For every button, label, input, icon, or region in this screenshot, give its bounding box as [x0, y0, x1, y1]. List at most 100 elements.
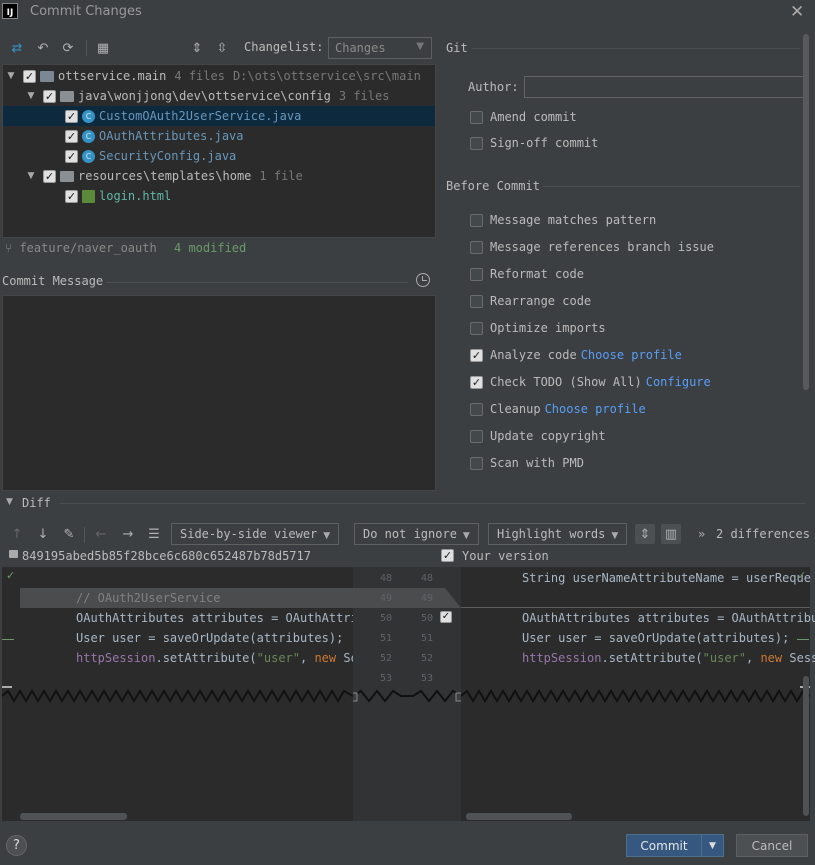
ignore-select[interactable]: Do not ignore ▼ — [354, 523, 479, 545]
left-horizontal-scrollbar[interactable] — [20, 813, 127, 820]
checkbox-option[interactable] — [470, 213, 483, 227]
checkbox-file[interactable]: ✓ — [65, 109, 78, 123]
tree-templates-row[interactable]: ▼ ✓ resources\templates\home 1 file — [3, 166, 435, 186]
checkbox-your-version[interactable]: ✓ — [441, 549, 454, 562]
amend-label: Amend commit — [490, 110, 577, 124]
commit-button[interactable]: Commit — [626, 834, 702, 857]
viewer-select[interactable]: Side-by-side viewer ▼ — [171, 523, 340, 545]
folder-icon — [60, 90, 74, 102]
modified-count[interactable]: 4 modified — [174, 241, 246, 255]
refresh-icon[interactable]: ⟳ — [59, 39, 77, 57]
edit-source-icon[interactable]: ✎ — [60, 525, 78, 543]
checkbox-option[interactable] — [470, 267, 483, 281]
checkbox-amend[interactable] — [470, 110, 483, 124]
file-list-icon[interactable]: ☰ — [145, 525, 163, 543]
cancel-button[interactable]: Cancel — [736, 834, 808, 857]
right-horizontal-scrollbar[interactable] — [466, 813, 572, 820]
collapsed-fold[interactable] — [2, 689, 353, 703]
left-editor[interactable]: ✓ // OAuth2UserService OAuthAttributes a… — [2, 567, 358, 821]
checkbox-option-checked[interactable]: ✓ — [470, 348, 483, 362]
checkbox-templates[interactable]: ✓ — [43, 169, 56, 183]
checkbox-file[interactable]: ✓ — [65, 189, 78, 203]
right-editor[interactable]: String userNameAttributeName = userReque… — [461, 567, 815, 821]
before-commit-option[interactable]: Message matches pattern — [470, 213, 656, 227]
prev-file-icon[interactable]: ← — [92, 525, 110, 543]
check-icon: ✓ — [6, 569, 16, 582]
right-vertical-scrollbar[interactable] — [803, 676, 809, 816]
before-commit-option[interactable]: ✓ Analyze code Choose profile — [470, 348, 682, 362]
checkbox-option-checked[interactable]: ✓ — [470, 375, 483, 389]
checkbox-signoff[interactable] — [470, 136, 483, 150]
collapse-all-icon[interactable]: ⇳ — [213, 39, 231, 57]
signoff-option[interactable]: Sign-off commit — [470, 136, 598, 150]
before-commit-option[interactable]: ✓ Check TODO (Show All) Configure — [470, 375, 711, 389]
code-line: User user = saveOrUpdate(attributes); — [522, 631, 790, 645]
choose-profile-link[interactable]: Choose profile — [545, 402, 646, 416]
before-commit-option[interactable]: Message references branch issue — [470, 240, 714, 254]
window-title: Commit Changes — [30, 4, 142, 19]
checkbox-option[interactable] — [470, 402, 483, 416]
checkbox-option[interactable] — [470, 294, 483, 308]
tree-config-row[interactable]: ▼ ✓ java\wonjjong\dev\ottservice\config … — [3, 86, 435, 106]
checkbox-option[interactable] — [470, 456, 483, 470]
option-label: Update copyright — [490, 429, 606, 443]
commit-dropdown-button[interactable]: ▼ — [701, 834, 724, 857]
checkbox-option[interactable] — [470, 240, 483, 254]
commit-message-label: Commit Message — [2, 274, 104, 288]
change-marker — [2, 639, 14, 640]
branch-icon: ⑂ — [5, 241, 20, 255]
highlight-select[interactable]: Highlight words ▼ — [488, 523, 628, 545]
checkbox-file[interactable]: ✓ — [65, 149, 78, 163]
commit-message-textarea[interactable] — [2, 295, 436, 491]
chevron-down-icon[interactable]: ▼ — [25, 171, 37, 181]
choose-profile-link[interactable]: Choose profile — [581, 348, 682, 362]
tree-file-row[interactable]: ✓ C CustomOAuth2UserService.java — [3, 106, 435, 126]
before-commit-title: Before Commit — [446, 179, 540, 193]
expand-all-icon[interactable]: ⇕ — [188, 39, 206, 57]
checkbox-config[interactable]: ✓ — [43, 89, 56, 103]
author-input[interactable] — [524, 76, 805, 98]
before-commit-option[interactable]: Reformat code — [470, 267, 584, 281]
configure-link[interactable]: Configure — [646, 375, 711, 389]
collapse-unchanged-icon[interactable]: ⇕ — [635, 524, 655, 544]
tree-file-row[interactable]: ✓ login.html — [3, 186, 435, 206]
chevron-down-icon[interactable]: ▼ — [6, 497, 13, 507]
tree-file-row[interactable]: ✓ C OAuthAttributes.java — [3, 126, 435, 146]
options-scrollbar[interactable] — [803, 34, 809, 390]
chevron-down-icon: ▼ — [323, 531, 331, 541]
checkbox-option[interactable] — [470, 429, 483, 443]
collapsed-fold[interactable] — [461, 689, 810, 703]
help-button[interactable]: ? — [6, 835, 27, 856]
checkbox-root[interactable]: ✓ — [23, 69, 36, 83]
java-class-icon: C — [82, 149, 95, 163]
tree-root-row[interactable]: ▼ ✓ ottservice.main 4 files D:\ots\ottse… — [3, 66, 435, 86]
close-icon[interactable]: ✕ — [790, 2, 804, 22]
apply-change-checkbox[interactable]: ✓ — [440, 611, 452, 623]
section-divider — [472, 48, 800, 49]
checkbox-option[interactable] — [470, 321, 483, 335]
next-file-icon[interactable]: → — [119, 525, 137, 543]
checkbox-file[interactable]: ✓ — [65, 129, 78, 143]
sync-scroll-icon[interactable]: ▥ — [661, 524, 681, 544]
collapsed-fold[interactable] — [353, 689, 461, 703]
history-icon[interactable] — [416, 273, 430, 287]
rollback-icon[interactable]: ↶ — [34, 39, 52, 57]
check-icon: ✓ — [797, 569, 807, 582]
tree-file-row[interactable]: ✓ C SecurityConfig.java — [3, 146, 435, 166]
code-line: httpSession.setAttribute("user", new Ses… — [522, 651, 815, 665]
before-commit-option[interactable]: Optimize imports — [470, 321, 606, 335]
before-commit-option[interactable]: Rearrange code — [470, 294, 591, 308]
show-diff-icon[interactable]: ⇄ — [8, 39, 26, 57]
amend-commit-option[interactable]: Amend commit — [470, 110, 577, 124]
group-by-icon[interactable]: ▦ — [94, 39, 112, 57]
before-commit-option[interactable]: Update copyright — [470, 429, 606, 443]
before-commit-option[interactable]: Cleanup Choose profile — [470, 402, 646, 416]
more-icon[interactable]: » — [698, 527, 705, 541]
chevron-down-icon[interactable]: ▼ — [25, 91, 37, 101]
line-number: 50 — [421, 613, 434, 624]
changelist-select[interactable]: Changes ▼ — [328, 37, 432, 59]
prev-diff-icon[interactable]: ↑ — [8, 525, 26, 543]
before-commit-option[interactable]: Scan with PMD — [470, 456, 584, 470]
next-diff-icon[interactable]: ↓ — [34, 525, 52, 543]
chevron-down-icon[interactable]: ▼ — [5, 71, 17, 81]
